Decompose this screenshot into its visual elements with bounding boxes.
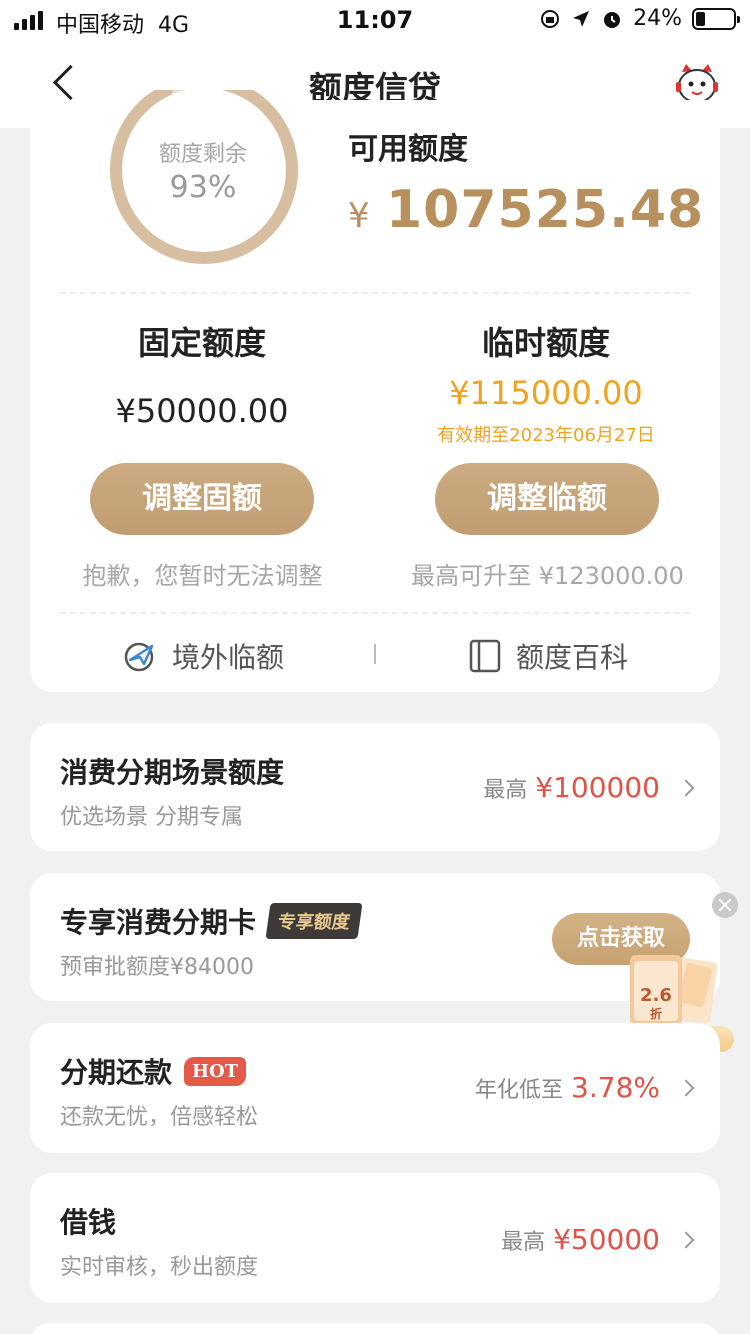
row-title: 借钱: [60, 1206, 117, 1239]
row-right-value: ¥100000: [535, 771, 660, 804]
row-subtitle: 预审批额度¥84000: [60, 955, 254, 980]
temp-quota-note: 最高可升至 ¥123000.00: [375, 556, 720, 591]
chevron-right-icon: [677, 1231, 695, 1248]
row-title: 分期还款: [60, 1056, 173, 1089]
temp-quota-title: 临时额度: [481, 324, 610, 362]
temp-note-amount: ¥123000.00: [538, 562, 684, 590]
available-label: 可用额度: [348, 132, 468, 167]
row-right-label: 年化低至: [475, 1077, 564, 1103]
plane-globe-icon: [124, 642, 154, 672]
installment-scene-quota-row[interactable]: 消费分期场景额度 优选场景 分期专属 最高 ¥100000: [30, 723, 720, 851]
row-title: 专享消费分期卡: [60, 906, 257, 939]
quota-card: 额度剩余 93% 可用额度 ¥ 107525.48 固定额度 ¥50000.00…: [30, 90, 720, 692]
row-right-label: 最高: [483, 777, 528, 803]
orientation-lock-icon: [541, 9, 560, 28]
overseas-quota-link[interactable]: 境外临额: [122, 636, 284, 676]
fixed-quota-title: 固定额度: [137, 324, 266, 362]
discount-value: 2.6: [640, 985, 672, 1006]
battery-percent: 24%: [633, 6, 682, 31]
overseas-quota-label: 境外临额: [172, 641, 285, 674]
discount-unit: 折: [650, 1006, 662, 1021]
chevron-right-icon: [677, 1079, 695, 1096]
hot-badge: HOT: [184, 1056, 247, 1086]
row-title: 消费分期场景额度: [60, 756, 285, 789]
quota-wiki-link[interactable]: 额度百科: [468, 636, 628, 676]
temp-note-text: 最高可升至: [411, 562, 532, 590]
battery-icon: [692, 7, 740, 30]
book-icon: [469, 639, 501, 673]
row-right-value: 3.78%: [571, 1071, 660, 1104]
close-icon[interactable]: [712, 892, 738, 918]
status-bar: 中国移动 4G 11:07 24%: [0, 0, 750, 40]
chevron-right-icon: [677, 779, 695, 796]
available-currency: ¥: [348, 196, 370, 236]
fixed-quota-amount: ¥50000.00: [115, 392, 289, 430]
temp-quota-validity: 有效期至2023年06月27日: [437, 425, 655, 446]
ring-label: 额度剩余: [158, 142, 247, 167]
link-separator: [374, 644, 376, 664]
row-right-value: ¥50000: [553, 1223, 660, 1256]
adjust-temp-button[interactable]: 调整临额: [435, 463, 659, 535]
available-amount: 107525.48: [386, 180, 705, 240]
location-icon: [573, 10, 590, 27]
exclusive-card-row[interactable]: 专享消费分期卡 专享额度 预审批额度¥84000 点击获取: [30, 873, 720, 1001]
fixed-quota-note: 抱歉，您暂时无法调整: [82, 562, 323, 590]
row-right-label: 最高: [501, 1229, 546, 1255]
borrow-row[interactable]: 借钱 实时审核，秒出额度 最高 ¥50000: [30, 1173, 720, 1303]
next-row-partial[interactable]: [30, 1323, 720, 1334]
installment-repay-row[interactable]: 分期还款 HOT 还款无忧，倍感轻松 年化低至 3.78%: [30, 1023, 720, 1153]
row-subtitle: 还款无忧，倍感轻松: [60, 1105, 259, 1130]
divider: [60, 292, 690, 294]
row-subtitle: 实时审核，秒出额度: [60, 1255, 259, 1280]
quota-wiki-label: 额度百科: [516, 641, 629, 674]
alarm-icon: [604, 11, 621, 28]
adjust-fixed-button[interactable]: 调整固额: [90, 463, 314, 535]
temp-quota-amount: ¥115000.00: [449, 374, 643, 412]
row-subtitle: 优选场景 分期专属: [60, 805, 243, 830]
divider: [60, 612, 690, 614]
ring-percent: 93%: [169, 170, 237, 205]
exclusive-quota-tag: 专享额度: [265, 903, 363, 939]
